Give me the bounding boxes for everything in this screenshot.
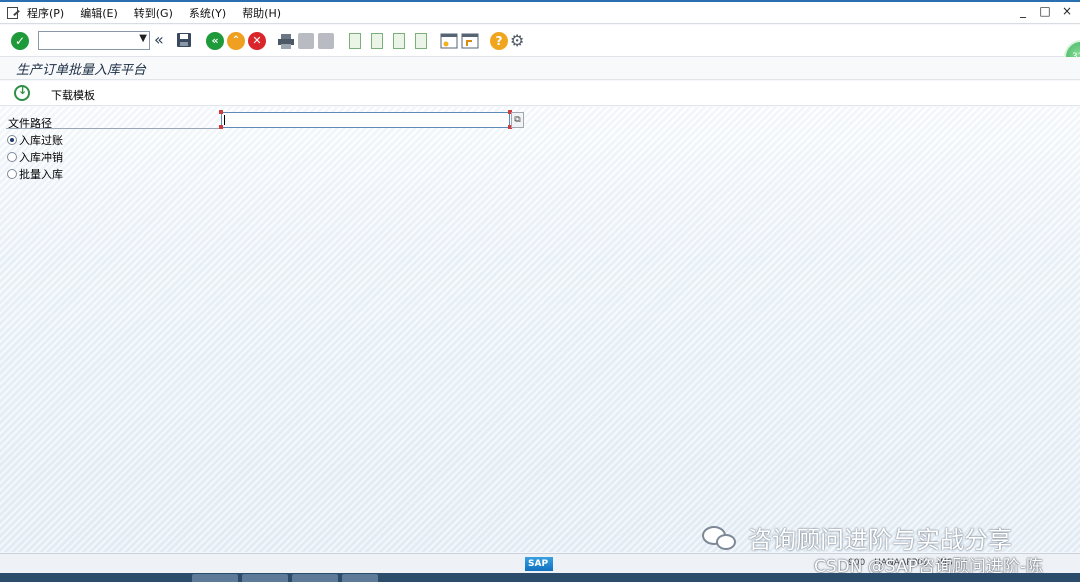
sap-logo: SAP xyxy=(525,557,553,571)
close-window-button[interactable]: × xyxy=(1060,4,1074,18)
menu-program[interactable]: 程序(P) xyxy=(27,5,64,21)
menu-edit-icon[interactable] xyxy=(5,6,23,20)
download-icon[interactable] xyxy=(14,84,30,101)
find-icon[interactable] xyxy=(298,33,314,49)
taskbar-item[interactable] xyxy=(342,574,378,582)
customize-layout-icon[interactable]: ⚙ xyxy=(510,32,528,50)
radio-post-goods-receipt[interactable]: 入库过账 xyxy=(7,132,63,148)
shortcut-icon[interactable] xyxy=(461,32,479,50)
last-page-icon[interactable] xyxy=(415,33,427,49)
collapse-icon[interactable]: « xyxy=(154,32,172,50)
create-session-icon[interactable] xyxy=(440,32,458,50)
menu-goto[interactable]: 转到(G) xyxy=(134,5,173,21)
command-field[interactable]: ▼ xyxy=(38,31,150,50)
minimize-button[interactable]: _ xyxy=(1016,4,1030,18)
previous-page-icon[interactable] xyxy=(371,33,383,49)
taskbar-item[interactable] xyxy=(192,574,238,582)
first-page-icon[interactable] xyxy=(349,33,361,49)
radio-label: 入库过账 xyxy=(19,134,63,147)
restore-button[interactable]: □ xyxy=(1038,4,1052,18)
radio-button[interactable] xyxy=(7,169,17,179)
menu-help[interactable]: 帮助(H) xyxy=(242,5,281,21)
download-template-button[interactable]: 下载模板 xyxy=(51,87,95,103)
cancel-icon[interactable]: ✕ xyxy=(248,32,266,50)
radio-button-checked[interactable] xyxy=(7,135,17,145)
enter-check-icon[interactable]: ✓ xyxy=(11,32,29,50)
wechat-icon xyxy=(700,524,740,552)
standard-toolbar: ✓ ▼ « « ⌃ ✕ ? ⚙ xyxy=(0,25,1080,57)
file-path-input[interactable] xyxy=(221,112,510,128)
radio-label: 批量入库 xyxy=(19,168,63,181)
radio-button[interactable] xyxy=(7,152,17,162)
next-page-icon[interactable] xyxy=(393,33,405,49)
menu-bar: 程序(P) 编辑(E) 转到(G) 系统(Y) 帮助(H) _ □ × xyxy=(0,2,1080,24)
label-underline xyxy=(6,128,220,129)
radio-reverse-goods-receipt[interactable]: 入库冲销 xyxy=(7,149,63,165)
selection-screen: 文件路径 ⧉ 入库过账 入库冲销 批量入库 xyxy=(0,107,1080,552)
watermark-text: 咨询顾问进阶与实战分享 xyxy=(748,526,1012,554)
command-dropdown-icon[interactable]: ▼ xyxy=(139,33,147,44)
sap-gui-window: 程序(P) 编辑(E) 转到(G) 系统(Y) 帮助(H) _ □ × ✓ ▼ … xyxy=(0,0,1080,582)
help-icon[interactable]: ? xyxy=(490,32,508,50)
back-icon[interactable]: « xyxy=(206,32,224,50)
window-controls: _ □ × xyxy=(1016,4,1074,18)
page-title: 生产订单批量入库平台 xyxy=(16,63,147,78)
radio-batch-goods-receipt[interactable]: 批量入库 xyxy=(7,166,63,182)
save-icon[interactable] xyxy=(176,32,194,50)
input-focus-marker xyxy=(219,125,223,129)
taskbar-item[interactable] xyxy=(242,574,288,582)
os-taskbar xyxy=(0,573,1080,582)
watermark: 咨询顾问进阶与实战分享 xyxy=(700,520,1012,555)
radio-label: 入库冲销 xyxy=(19,151,63,164)
menu-system[interactable]: 系统(Y) xyxy=(189,5,226,21)
menu-edit[interactable]: 编辑(E) xyxy=(80,5,118,21)
find-next-icon[interactable] xyxy=(318,33,334,49)
screen-title-bar: 生产订单批量入库平台 xyxy=(0,57,1080,80)
application-toolbar: 下载模板 xyxy=(0,81,1080,106)
print-icon[interactable] xyxy=(277,32,295,50)
value-help-icon[interactable]: ⧉ xyxy=(511,112,524,128)
taskbar-item[interactable] xyxy=(292,574,338,582)
input-focus-marker xyxy=(219,110,223,114)
exit-icon[interactable]: ⌃ xyxy=(227,32,245,50)
